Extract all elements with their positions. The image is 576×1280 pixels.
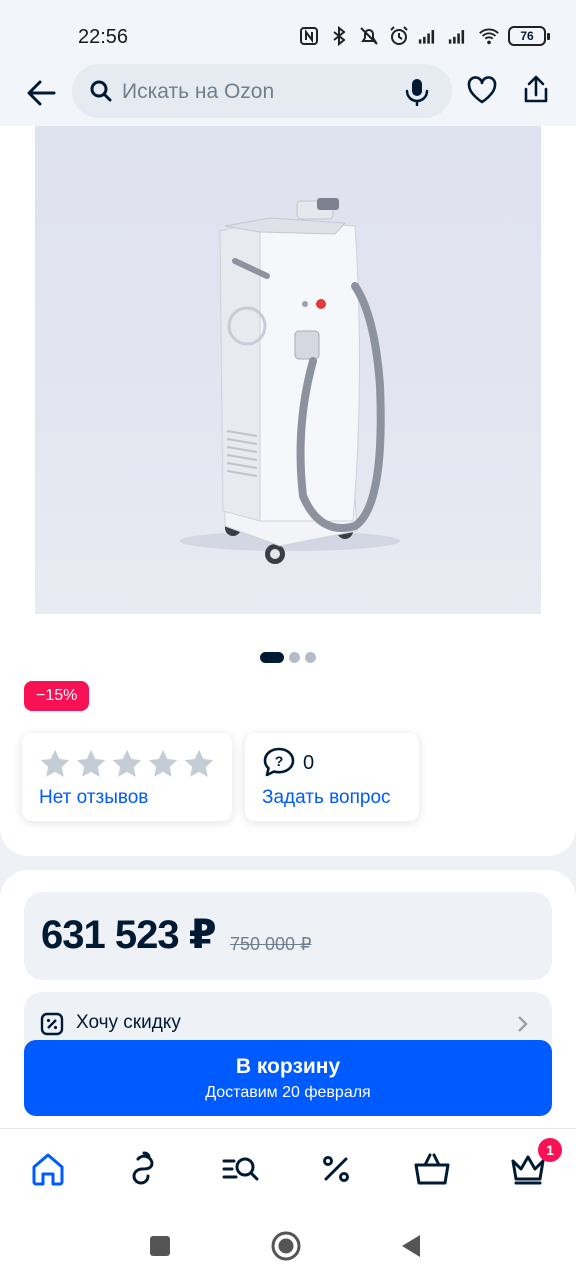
star-icon <box>76 749 106 777</box>
recent-apps-icon[interactable] <box>144 1230 176 1262</box>
search-icon <box>90 80 112 102</box>
system-navigation-bar <box>0 1210 576 1280</box>
ask-question-link[interactable]: Задать вопрос <box>262 787 391 809</box>
questions-count: 0 <box>303 752 315 774</box>
bluetooth-icon <box>333 25 346 47</box>
cart-tab-icon[interactable] <box>412 1149 452 1189</box>
add-to-cart-label: В корзину <box>235 1055 341 1078</box>
signal-icon <box>418 30 435 44</box>
product-image[interactable] <box>35 126 541 614</box>
pagination-dot[interactable] <box>289 652 300 663</box>
status-time: 22:56 <box>78 26 129 48</box>
signal-icon-2 <box>448 30 465 44</box>
want-discount-label: Хочу скидку <box>76 1012 181 1033</box>
search-input[interactable]: Искать на Ozon <box>72 64 452 118</box>
catalog-search-tab-icon[interactable] <box>220 1149 260 1189</box>
chevron-right-icon <box>518 1016 528 1032</box>
sales-tab-icon[interactable] <box>316 1149 356 1189</box>
discount-badge: −15% <box>24 681 90 711</box>
fresh-tab-icon[interactable] <box>124 1149 164 1189</box>
star-icon <box>184 749 214 777</box>
home-button-icon[interactable] <box>270 1230 302 1262</box>
notification-badge: 1 <box>538 1138 562 1162</box>
status-icons: 76 <box>298 25 550 47</box>
top-app-bar: Искать на Ozon <box>0 60 576 126</box>
add-to-cart-button[interactable]: В корзину Доставим 20 февраля <box>24 1040 552 1116</box>
svg-text:?: ? <box>275 753 284 769</box>
nfc-icon <box>300 27 318 45</box>
price-box: 631 523 ₽ 750 000 ₽ <box>24 892 552 980</box>
laser-machine-image <box>180 198 400 564</box>
search-placeholder: Искать на Ozon <box>122 80 275 103</box>
star-icon <box>112 749 142 777</box>
back-arrow-icon[interactable] <box>22 74 60 112</box>
delivery-date-label: Доставим 20 февраля <box>205 1084 371 1101</box>
home-tab-icon[interactable] <box>28 1149 68 1189</box>
battery-indicator: 76 <box>508 26 550 46</box>
product-card: −15% Нет отзывов ? 0 Задать вопрос <box>0 126 576 856</box>
microphone-icon[interactable] <box>404 78 430 106</box>
questions-box[interactable]: ? 0 Задать вопрос <box>245 733 419 821</box>
pagination-dot[interactable] <box>305 652 316 663</box>
bottom-tab-bar <box>0 1128 576 1210</box>
no-reviews-label: Нет отзывов <box>39 787 149 808</box>
share-icon[interactable] <box>520 74 552 106</box>
wifi-icon <box>479 28 499 45</box>
star-icon <box>40 749 70 777</box>
old-price: 750 000 ₽ <box>230 934 312 954</box>
gallery-pagination[interactable] <box>260 652 316 663</box>
star-icon <box>148 749 178 777</box>
question-bubble-icon: ? <box>263 747 295 777</box>
mute-icon <box>360 27 378 45</box>
reviews-box[interactable]: Нет отзывов <box>22 733 232 821</box>
back-triangle-icon[interactable] <box>396 1230 428 1262</box>
current-price: 631 523 ₽ <box>41 913 217 957</box>
favorite-heart-icon[interactable] <box>466 74 498 106</box>
percent-tag-icon <box>40 1012 64 1036</box>
pagination-dot-active[interactable] <box>260 652 284 663</box>
alarm-icon <box>390 26 408 45</box>
rating-stars <box>38 747 216 781</box>
